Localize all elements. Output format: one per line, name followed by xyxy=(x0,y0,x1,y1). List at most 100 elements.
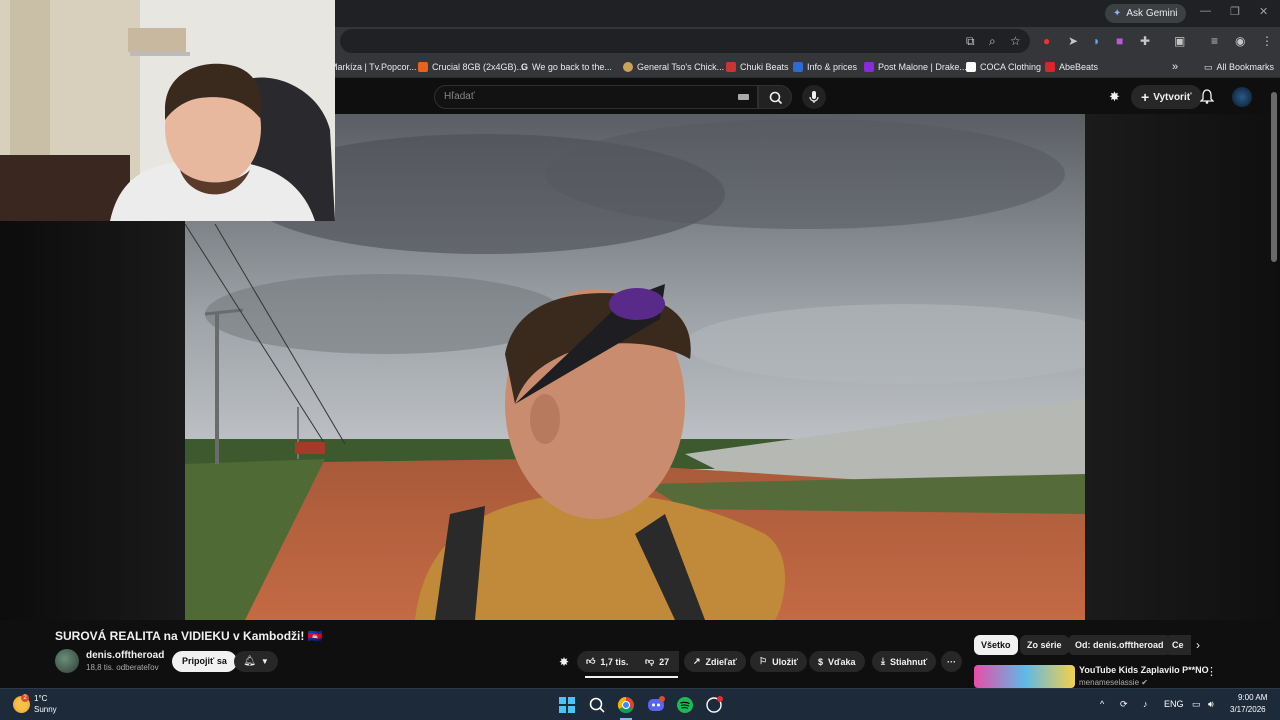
weather-temperature[interactable]: 1°C xyxy=(34,694,47,703)
like-ratio-bar xyxy=(585,676,678,678)
bookmark-item[interactable]: Info & prices xyxy=(793,59,857,75)
bookmark-item[interactable]: Crucial 8GB (2x4GB)... xyxy=(418,59,524,75)
tray-overflow-icon[interactable]: ^ xyxy=(1100,699,1104,709)
bookmark-item[interactable]: AbeBeats xyxy=(1045,59,1098,75)
clock-date[interactable]: 3/17/2026 xyxy=(1230,705,1266,714)
google-icon: G xyxy=(521,62,529,72)
save-button[interactable]: ⚐ Uložiť xyxy=(750,651,807,672)
recommendation-menu-icon[interactable]: ⋮ xyxy=(1206,665,1217,678)
chevron-down-icon: ▼ xyxy=(260,657,269,666)
tray-mic-icon[interactable]: ♪ xyxy=(1143,699,1148,709)
extensions-puzzle-icon[interactable]: ✚ xyxy=(1140,32,1150,50)
dislike-button[interactable]: 👎︎ 27 xyxy=(636,651,679,672)
join-button[interactable]: Pripojiť sa xyxy=(172,651,237,672)
download-button[interactable]: ⤓ Stiahnuť xyxy=(872,651,937,672)
post-malone-icon xyxy=(864,62,874,72)
chip-partial[interactable]: Ce xyxy=(1165,635,1191,655)
plus-icon: + xyxy=(1141,89,1150,105)
extension-arrow-icon[interactable]: ➤ xyxy=(1068,32,1078,50)
bookmark-item[interactable]: G We go back to the... xyxy=(521,59,612,75)
extension-blue-icon[interactable]: ◗ xyxy=(1093,32,1100,50)
clock-time[interactable]: 9:00 AM xyxy=(1238,693,1267,702)
ask-gemini-button[interactable]: ✦ Ask Gemini xyxy=(1105,4,1186,23)
thanks-button[interactable]: $ Vďaka xyxy=(809,651,865,672)
webcam-overlay xyxy=(0,0,335,221)
coca-icon xyxy=(966,62,976,72)
volume-icon[interactable]: 🔊︎ xyxy=(1208,699,1214,710)
taskbar-search-icon[interactable] xyxy=(588,696,606,714)
more-actions-button[interactable]: ··· xyxy=(941,651,962,672)
steam-like-icon[interactable] xyxy=(705,696,723,714)
side-panel-icon[interactable]: ▣ xyxy=(1174,32,1185,50)
bookmark-item[interactable]: COCA Clothing xyxy=(966,59,1041,75)
share-button[interactable]: ↗ Zdieľať xyxy=(684,651,746,672)
crucial-icon xyxy=(418,62,428,72)
webcam-frame xyxy=(0,0,335,221)
update-icon[interactable]: ⟳ xyxy=(1120,699,1128,710)
bookmark-star-icon[interactable]: ☆ xyxy=(1010,32,1021,50)
windows-start-icon[interactable] xyxy=(558,696,576,714)
discord-icon[interactable] xyxy=(647,696,665,714)
sparkle-icon[interactable]: ✸ xyxy=(1109,89,1120,105)
search-placeholder: Hľadať xyxy=(444,91,475,102)
minimize-icon[interactable]: — xyxy=(1200,5,1211,17)
search-button[interactable] xyxy=(758,85,792,109)
extension-red-icon[interactable]: ● xyxy=(1043,32,1050,50)
restore-icon[interactable]: ❐ xyxy=(1230,5,1240,18)
profile-avatar-icon[interactable]: ◉ xyxy=(1235,32,1245,50)
chevron-right-icon[interactable]: › xyxy=(1196,638,1200,652)
channel-avatar[interactable] xyxy=(55,649,79,673)
bookmark-item[interactable]: Chuki Beats xyxy=(726,59,789,75)
close-icon[interactable]: ✕ xyxy=(1259,5,1268,18)
recipe-icon xyxy=(623,62,633,72)
chrome-menu-icon[interactable]: ⋮ xyxy=(1261,32,1273,50)
ask-gemini-label: Ask Gemini xyxy=(1126,8,1178,19)
network-icon[interactable]: ▭ xyxy=(1192,699,1201,710)
info-icon xyxy=(793,62,803,72)
download-icon: ⤓ xyxy=(881,656,885,666)
chip-from-channel[interactable]: Od: denis.offtheroad xyxy=(1068,635,1171,655)
spotify-icon[interactable] xyxy=(676,696,694,714)
video-title: SUROVÁ REALITA na VIDIEKU v Kambodži! 🇰🇭 xyxy=(55,629,323,643)
chrome-icon[interactable] xyxy=(617,696,635,714)
reading-list-icon[interactable]: ≡ xyxy=(1211,32,1218,50)
weather-condition[interactable]: Sunny xyxy=(34,705,57,714)
bookmarks-overflow-button[interactable]: » xyxy=(1172,59,1178,75)
sparkle-icon[interactable]: ✸ xyxy=(559,655,569,669)
bookmark-item[interactable]: Markíza | Tv.Popcor... xyxy=(330,59,417,75)
chip-from-series[interactable]: Zo série xyxy=(1020,635,1069,655)
search-icon xyxy=(769,91,783,105)
thumbs-down-icon: 👎︎ xyxy=(645,656,655,666)
keyboard-icon[interactable] xyxy=(738,94,749,100)
all-bookmarks-button[interactable]: ▭ All Bookmarks xyxy=(1204,59,1274,75)
folder-icon: ▭ xyxy=(1204,61,1213,72)
page-scrollbar[interactable] xyxy=(1271,92,1277,262)
screen: ✦ Ask Gemini — ❐ ✕ ⧉ ⌕ ☆ ● ➤ ◗ ■ ✚ ▣ ≡ ◉… xyxy=(0,0,1280,720)
install-app-icon[interactable]: ⧉ xyxy=(966,32,975,50)
account-avatar[interactable] xyxy=(1232,87,1252,107)
subscriber-count: 18,8 tis. odberateľov xyxy=(86,663,159,672)
channel-name[interactable]: denis.offtheroad xyxy=(86,650,164,661)
voice-search-button[interactable] xyxy=(802,85,826,109)
language-indicator[interactable]: ENG xyxy=(1164,699,1184,709)
weather-badge: 2 xyxy=(21,694,29,702)
notification-settings-button[interactable]: 🔔︎ ▼ xyxy=(234,651,278,672)
address-bar[interactable] xyxy=(340,29,1030,53)
extension-purple-icon[interactable]: ■ xyxy=(1116,32,1123,50)
share-icon: ↗ xyxy=(693,656,701,666)
microphone-icon xyxy=(809,91,819,103)
chip-all[interactable]: Všetko xyxy=(974,635,1018,655)
recommendation-thumbnail[interactable] xyxy=(974,665,1075,688)
theater-backdrop-right xyxy=(1085,114,1280,620)
recommendation-title[interactable]: YouTube Kids Zaplavilo P**NO xyxy=(1079,665,1209,675)
bookmark-item[interactable]: General Tso's Chick... xyxy=(623,59,724,75)
notifications-bell-icon[interactable] xyxy=(1200,89,1214,104)
create-button[interactable]: + Vytvoriť xyxy=(1131,85,1202,109)
zoom-icon[interactable]: ⌕ xyxy=(989,32,996,50)
recommendation-channel[interactable]: menameselassie ✔ xyxy=(1079,678,1148,687)
bookmark-item[interactable]: Post Malone | Drake... xyxy=(864,59,967,75)
chuki-icon xyxy=(726,62,736,72)
bookmark-icon: ⚐ xyxy=(759,656,768,666)
search-input[interactable]: Hľadať xyxy=(434,85,758,109)
more-icon: ··· xyxy=(947,656,956,667)
